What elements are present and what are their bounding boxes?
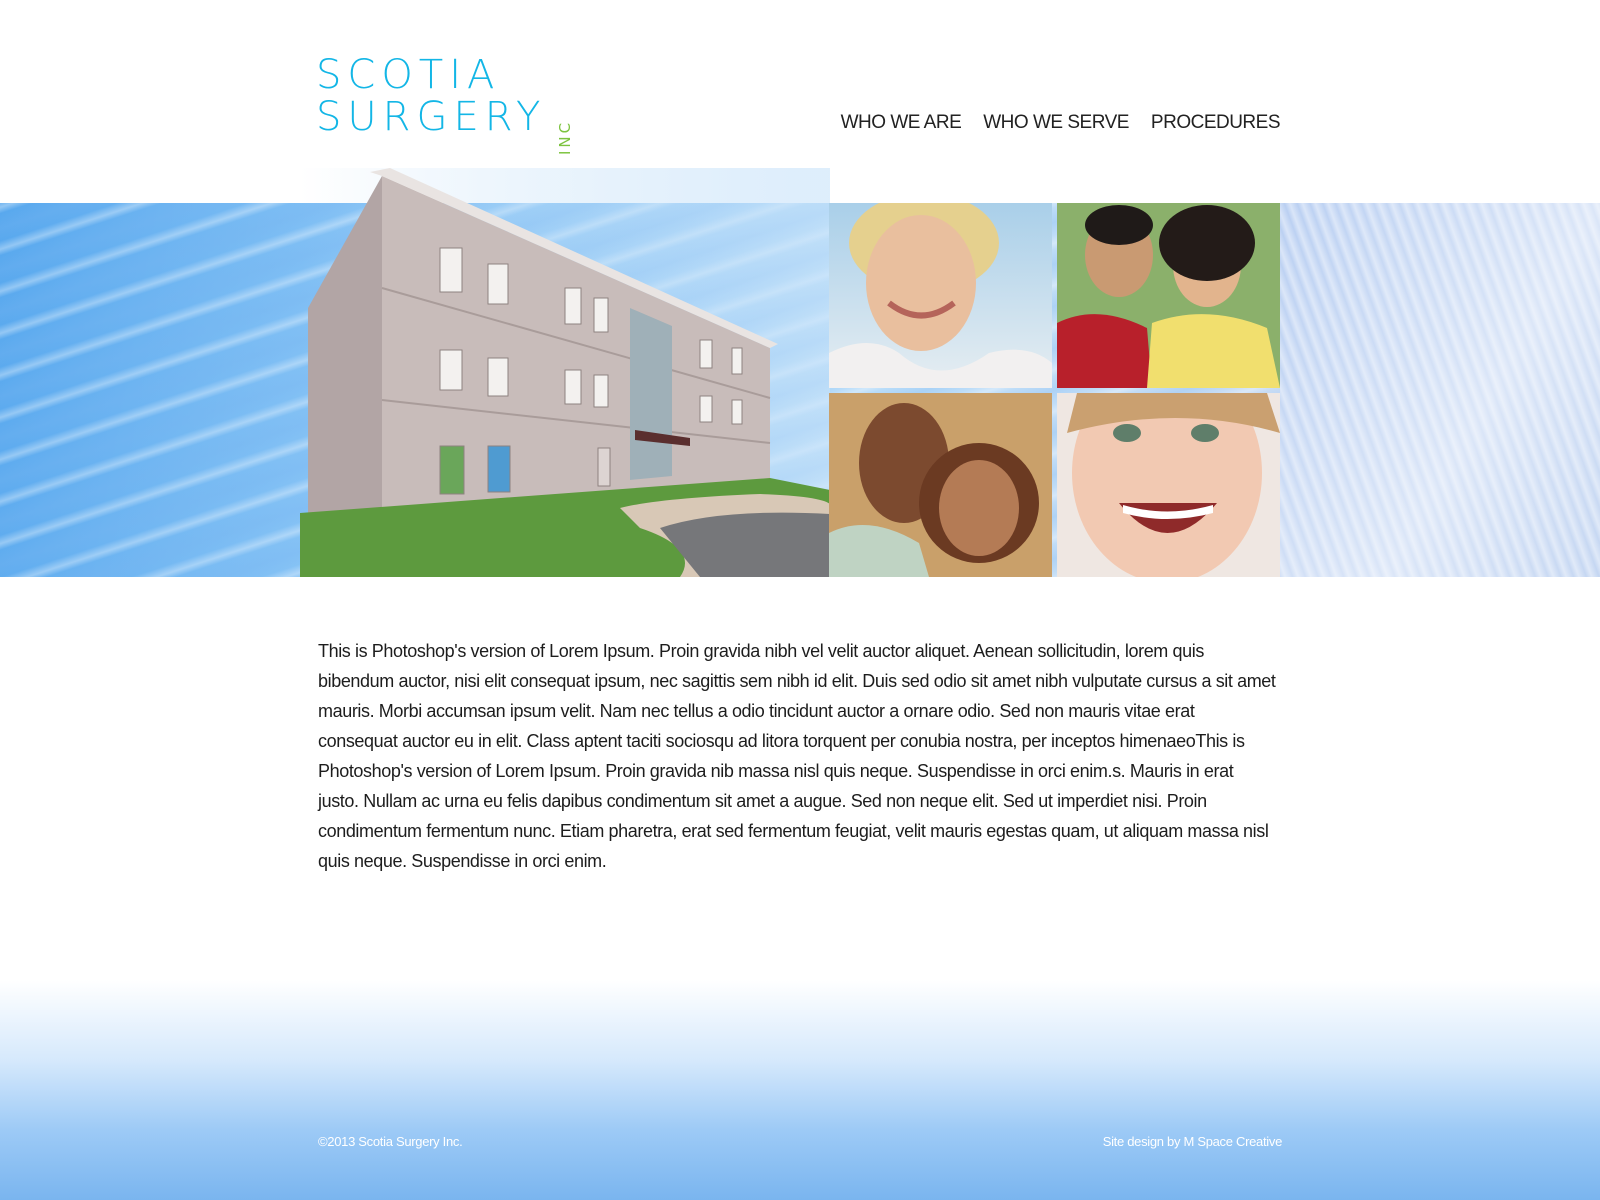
logo-line-1: SCOTIA xyxy=(316,52,501,98)
hero-light-rays xyxy=(1280,203,1600,577)
nav-who-we-serve[interactable]: WHO WE SERVE xyxy=(983,112,1129,134)
site-logo[interactable]: SCOTIA SURGERY INC xyxy=(316,52,576,155)
intro-paragraph: This is Photoshop's version of Lorem Ips… xyxy=(318,641,1276,871)
footer-copyright: ©2013 Scotia Surgery Inc. xyxy=(318,1134,463,1149)
logo-line-2: SURGERY xyxy=(316,94,547,140)
nav-procedures[interactable]: PROCEDURES xyxy=(1151,112,1281,134)
photo-laughing-child xyxy=(1057,393,1280,577)
main-nav: WHO WE ARE WHO WE SERVE PROCEDURES xyxy=(841,112,1281,134)
photo-smiling-couple xyxy=(829,393,1052,577)
photo-young-couple xyxy=(1057,203,1280,388)
nav-who-we-are[interactable]: WHO WE ARE xyxy=(841,112,962,134)
building-photo xyxy=(300,168,830,577)
footer-credit-link[interactable]: Site design by M Space Creative xyxy=(1103,1134,1283,1149)
photo-senior-woman xyxy=(829,203,1052,388)
logo-suffix: INC xyxy=(556,119,574,155)
